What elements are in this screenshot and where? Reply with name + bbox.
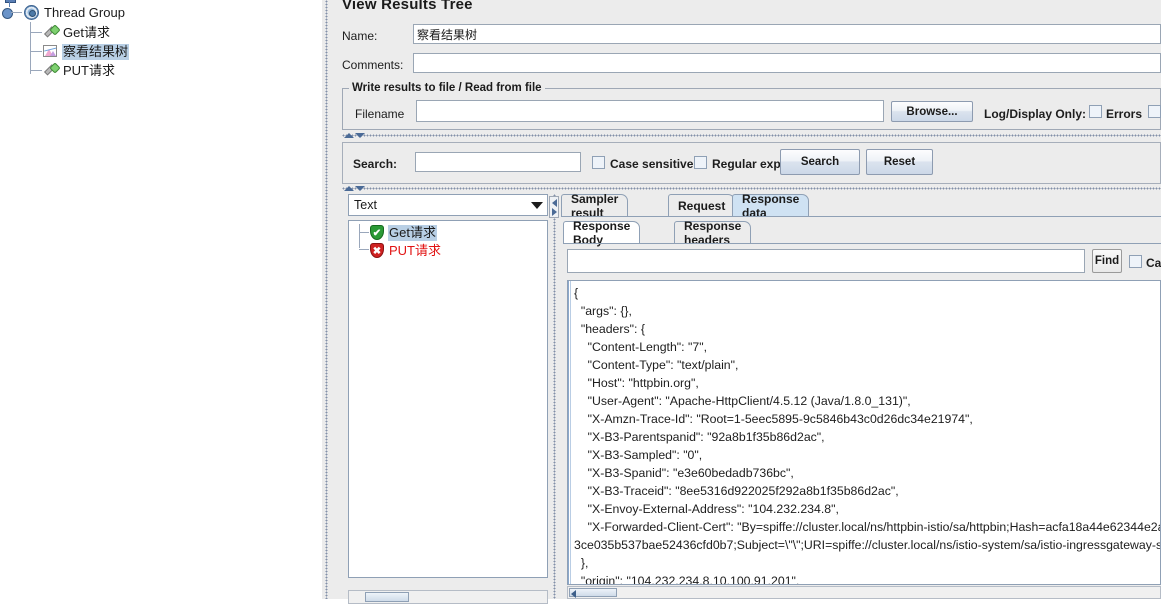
subtab-underline bbox=[563, 243, 1161, 244]
scrollbar-thumb[interactable] bbox=[365, 592, 409, 602]
comments-label: Comments: bbox=[342, 58, 404, 72]
chevron-left-icon[interactable] bbox=[552, 199, 557, 207]
main-vertical-splitter[interactable] bbox=[322, 0, 331, 599]
results-list[interactable]: ✔ Get请求 ✖ PUT请求 bbox=[348, 220, 548, 578]
response-body-viewer[interactable]: { "args": {}, "headers": { "Content-Leng… bbox=[567, 280, 1161, 585]
tree-item-put-request[interactable]: PUT请求 bbox=[41, 61, 116, 80]
tree-item-get-request[interactable]: Get请求 bbox=[41, 23, 111, 42]
tab-response-data[interactable]: Response data bbox=[732, 192, 810, 220]
response-body-hscrollbar[interactable] bbox=[567, 586, 1161, 599]
tree-item-label: 察看结果树 bbox=[62, 43, 130, 60]
tree-connector bbox=[359, 232, 369, 233]
tree-connector bbox=[30, 22, 31, 74]
log-display-only-label: Log/Display Only: bbox=[984, 107, 1087, 121]
comments-input[interactable] bbox=[413, 53, 1161, 73]
find-input[interactable] bbox=[567, 249, 1085, 273]
result-row-label: PUT请求 bbox=[389, 243, 442, 258]
response-body-text: { "args": {}, "headers": { "Content-Leng… bbox=[574, 286, 1161, 585]
tree-item-label: Get请求 bbox=[63, 24, 110, 40]
successes-checkbox[interactable] bbox=[1148, 105, 1161, 118]
chevron-right-icon[interactable] bbox=[552, 208, 557, 216]
horizontal-splitter-top[interactable] bbox=[342, 131, 1161, 140]
splitter-collapse-up-icon[interactable] bbox=[344, 186, 354, 191]
tab-response-body[interactable]: Response Body bbox=[563, 219, 641, 247]
reset-button[interactable]: Reset bbox=[866, 149, 933, 175]
tree-connector bbox=[11, 12, 22, 13]
results-list-hscrollbar[interactable] bbox=[348, 590, 548, 604]
find-button[interactable]: Find bbox=[1092, 249, 1122, 273]
tab-response-headers[interactable]: Response headers bbox=[674, 219, 752, 247]
gear-icon bbox=[22, 4, 40, 21]
browse-button[interactable]: Browse... bbox=[891, 101, 973, 122]
tree-connector bbox=[359, 249, 369, 250]
editor-left-margin bbox=[568, 281, 573, 584]
regular-exp-checkbox[interactable] bbox=[694, 156, 707, 169]
splitter-collapse-down-icon[interactable] bbox=[355, 133, 365, 138]
case-sensitive-label: Case sensitive bbox=[610, 157, 694, 171]
errors-label: Errors bbox=[1106, 107, 1143, 121]
splitter-grip bbox=[553, 194, 556, 599]
tab-sampler-result[interactable]: Sampler result bbox=[561, 192, 629, 220]
listener-chart-icon bbox=[41, 43, 59, 60]
splitter-grip bbox=[342, 187, 1161, 190]
jmeter-view-results-tree-window: Thread Group Get请求 察看结果树 PUT请求 View Resu… bbox=[0, 0, 1161, 604]
tab-underline bbox=[561, 216, 1161, 217]
search-button[interactable]: Search bbox=[780, 149, 860, 175]
splitter-collapse-down-icon[interactable] bbox=[355, 186, 365, 191]
result-row-label: Get请求 bbox=[388, 225, 437, 241]
result-row-get[interactable]: ✔ Get请求 bbox=[369, 224, 437, 242]
tree-connector bbox=[359, 224, 360, 248]
search-input[interactable] bbox=[415, 152, 581, 172]
listener-config-panel: View Results Tree Name: 察看结果树 Comments: … bbox=[331, 0, 1161, 604]
find-case-checkbox[interactable] bbox=[1129, 255, 1142, 268]
regular-exp-label: Regular exp. bbox=[712, 157, 785, 171]
chevron-down-icon[interactable] bbox=[527, 195, 547, 215]
result-row-put[interactable]: ✖ PUT请求 bbox=[369, 242, 442, 260]
write-results-group-title: Write results to file / Read from file bbox=[349, 82, 545, 94]
find-case-label: Ca bbox=[1146, 256, 1161, 270]
filename-label: Filename bbox=[355, 107, 405, 121]
scrollbar-thumb[interactable] bbox=[569, 588, 617, 597]
success-shield-icon: ✔ bbox=[369, 225, 385, 241]
tree-item-label: PUT请求 bbox=[63, 62, 116, 78]
splitter-collapse-up-icon[interactable] bbox=[344, 133, 354, 138]
search-label: Search: bbox=[353, 157, 398, 171]
tree-expand-knob[interactable] bbox=[2, 8, 13, 19]
tree-item-label: Thread Group bbox=[44, 4, 125, 20]
tree-item-view-results-tree[interactable]: 察看结果树 bbox=[41, 42, 130, 61]
scroll-left-icon[interactable] bbox=[571, 590, 576, 598]
results-detail-splitter[interactable] bbox=[550, 194, 559, 599]
sampler-pipette-icon bbox=[41, 24, 61, 41]
splitter-grip bbox=[342, 134, 1161, 137]
filename-input[interactable] bbox=[416, 100, 884, 122]
test-plan-tree[interactable]: Thread Group Get请求 察看结果树 PUT请求 bbox=[0, 0, 322, 599]
sampler-pipette-icon bbox=[41, 62, 61, 79]
tab-request[interactable]: Request bbox=[668, 194, 736, 216]
splitter-arrow-box[interactable] bbox=[549, 196, 559, 218]
name-input[interactable]: 察看结果树 bbox=[413, 24, 1161, 44]
name-label: Name: bbox=[342, 29, 378, 43]
error-shield-icon: ✖ bbox=[369, 243, 385, 259]
renderer-select-value: Text bbox=[354, 198, 377, 212]
errors-checkbox[interactable] bbox=[1089, 105, 1102, 118]
page-title: View Results Tree bbox=[342, 0, 473, 13]
case-sensitive-checkbox[interactable] bbox=[592, 156, 605, 169]
splitter-grip bbox=[325, 0, 328, 599]
renderer-select[interactable]: Text bbox=[348, 194, 548, 216]
tree-item-thread-group[interactable]: Thread Group bbox=[22, 3, 126, 22]
